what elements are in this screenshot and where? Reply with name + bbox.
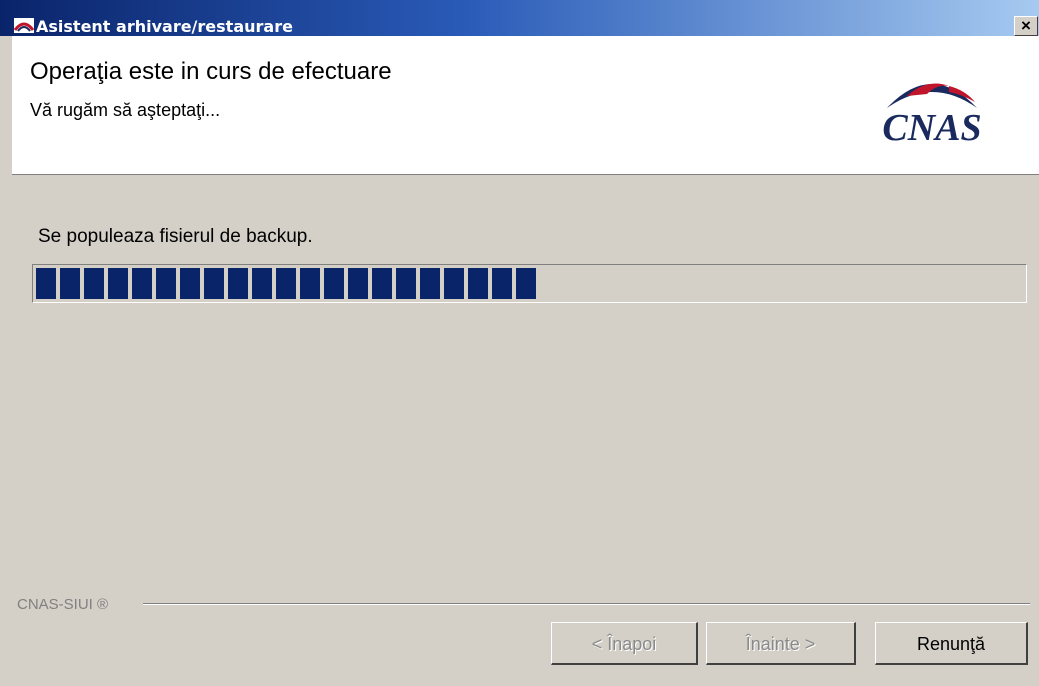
- back-button[interactable]: < Înapoi: [551, 622, 698, 665]
- window-left-border: [0, 36, 12, 686]
- title-bar[interactable]: Asistent arhivare/restaurare ×: [0, 0, 1039, 36]
- cnas-app-icon: [14, 18, 34, 33]
- cancel-button[interactable]: Renunţă: [875, 622, 1028, 665]
- progress-status-text: Se populeaza fisierul de backup.: [38, 226, 313, 247]
- page-subtitle: Vă rugăm să aşteptaţi...: [30, 100, 221, 120]
- window-title: Asistent arhivare/restaurare: [36, 17, 293, 36]
- footer-divider: [143, 603, 1030, 605]
- progress-bar: [32, 264, 1027, 303]
- next-button[interactable]: Înainte >: [706, 622, 856, 665]
- page-title: Operaţia este in curs de efectuare: [30, 58, 392, 85]
- wizard-header: Operaţia este in curs de efectuare Vă ru…: [12, 36, 1039, 175]
- close-icon: ×: [1021, 16, 1031, 35]
- svg-text:CNAS: CNAS: [882, 107, 981, 146]
- footer-branding: CNAS-SIUI ®: [17, 596, 109, 613]
- cnas-logo: CNAS: [882, 83, 982, 146]
- wizard-window: Asistent arhivare/restaurare × Operaţia …: [0, 0, 1039, 686]
- progress-bar-fill: [36, 268, 536, 299]
- close-button[interactable]: ×: [1014, 16, 1038, 36]
